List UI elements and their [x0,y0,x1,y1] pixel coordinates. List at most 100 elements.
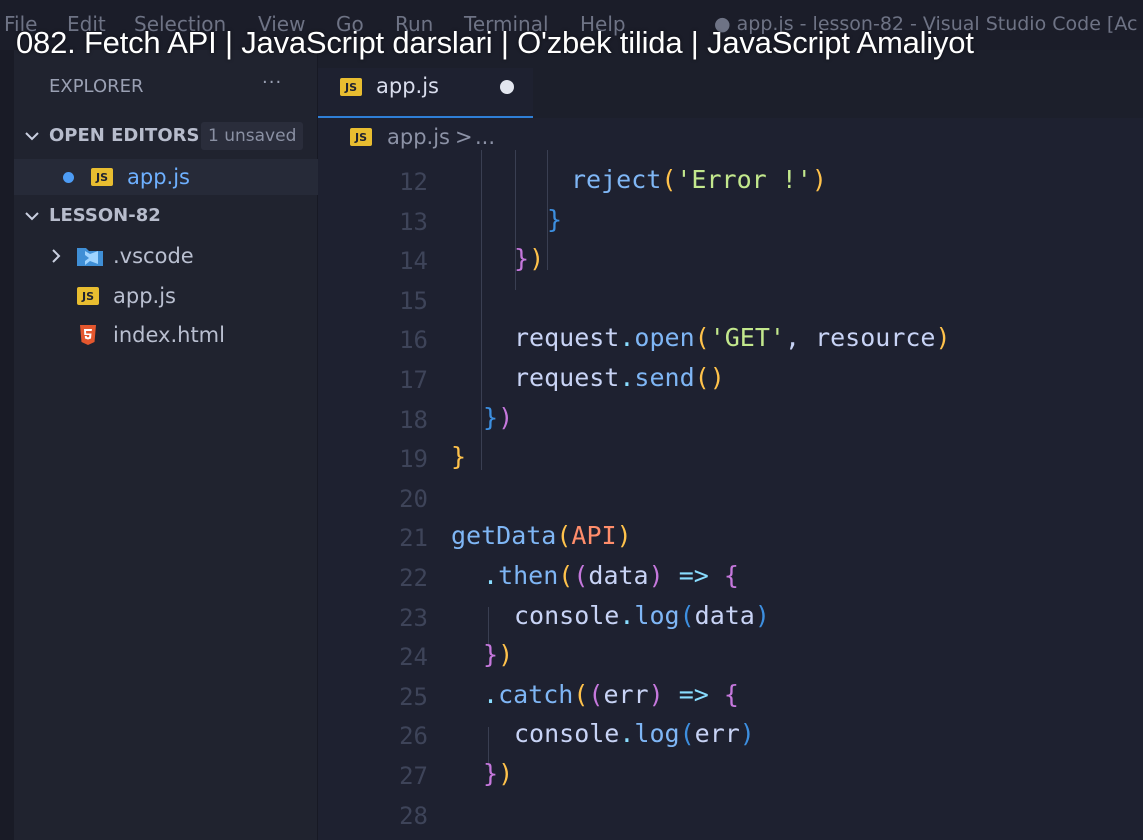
line-number: 14 [399,247,428,276]
code-token: ( [694,323,710,353]
code-line[interactable]: console.log(err) [514,719,755,748]
code-token: log [634,600,680,630]
line-number: 12 [399,168,428,196]
code-token: open [634,323,695,353]
line-number: 24 [399,643,428,672]
code-line[interactable]: }) [483,403,513,432]
explorer-header: EXPLORER [49,76,144,97]
breadcrumb-file[interactable]: app.js [387,125,450,149]
code-line[interactable]: } [451,442,466,471]
line-number: 16 [399,326,428,355]
line-number: 19 [399,445,428,474]
code-line[interactable]: } [547,205,562,234]
line-number: 17 [399,366,428,394]
line-number: 20 [399,484,428,513]
indent-guide [481,150,482,470]
code-token: ) [498,402,514,432]
code-token: { [723,561,739,590]
video-title-overlay: 082. Fetch API | JavaScript darslari | O… [16,25,974,60]
line-number: 27 [399,762,428,790]
line-number: 13 [399,207,428,236]
tree-item-vscode[interactable]: .vscode [14,238,318,274]
unsaved-count-badge: 1 unsaved [201,122,304,150]
code-token: . [483,561,499,590]
unsaved-dot-icon [63,172,74,183]
explorer-sidebar: EXPLORER ··· OPEN EDITORS 1 unsaved JS a… [14,50,318,840]
code-line[interactable]: .then((data) => { [483,561,739,590]
code-line[interactable]: request.send() [514,363,725,392]
code-token: ) [648,561,664,590]
line-number: 25 [399,682,428,711]
code-line[interactable]: }) [514,244,544,273]
code-line[interactable]: }) [483,759,513,788]
code-token: resource [815,323,936,353]
js-file-icon: JS [77,287,99,305]
code-token: } [547,204,563,234]
tab-label: app.js [376,74,439,98]
open-editor-file-label: app.js [127,165,190,189]
code-token: catch [498,679,574,709]
unsaved-dot-icon[interactable] [500,80,514,94]
code-token: . [619,363,635,392]
code-token: } [451,442,467,472]
code-token: ( [588,679,604,709]
code-token: ) [648,679,664,709]
tree-item-label: index.html [113,323,225,347]
breadcrumb-separator: > [455,125,473,149]
editor-area: JS app.js JS app.js > ... 12 reject('Erro… [318,50,1143,840]
breadcrumb-symbol[interactable]: ... [475,125,495,149]
code-line[interactable]: .catch((err) => { [483,680,739,709]
lesson-82-section[interactable]: LESSON-82 [14,198,318,234]
code-token: err [603,679,649,709]
code-line[interactable]: }) [483,640,513,669]
tree-item-index-html[interactable]: index.html [14,317,318,353]
code-token: API [571,521,617,551]
more-actions-icon[interactable]: ··· [262,72,282,93]
chevron-down-icon [25,212,39,221]
js-file-icon: JS [340,78,362,96]
code-editor[interactable]: 12 reject('Error !') 13} 14}) 15 16 request.op… [318,150,1143,840]
code-token: request [514,363,620,392]
code-token: ( [679,600,695,630]
code-token: ) [754,600,770,630]
activity-bar [0,50,14,840]
code-token: data [694,600,755,630]
code-token: ) [616,521,632,551]
code-token: . [483,679,499,709]
code-token: data [588,561,649,590]
open-editor-item-app-js[interactable]: JS app.js [14,159,318,195]
code-token: . [619,719,635,749]
code-token: send [634,363,695,392]
code-line[interactable]: reject('Error !') [571,165,827,194]
code-line[interactable]: request.open('GET', resource) [514,323,951,352]
js-file-icon: JS [91,168,113,186]
open-editors-section[interactable]: OPEN EDITORS 1 unsaved [14,118,318,154]
code-token: getData [451,521,557,551]
line-number: 21 [399,524,428,553]
code-token: . [619,323,635,353]
code-token: then [498,561,559,590]
code-token: ) [935,323,951,353]
code-token: ) [709,363,725,392]
code-token: 'GET' [709,323,785,353]
code-token: request [514,323,620,353]
code-line[interactable]: getData(API) [451,521,632,550]
code-line[interactable]: console.log(data) [514,601,770,630]
code-token: ( [558,561,574,590]
code-token: reject [571,165,662,194]
tab-app-js[interactable]: JS app.js [318,68,533,118]
line-number: 23 [399,603,428,632]
code-token: ) [498,640,514,670]
code-token: => [678,679,709,709]
code-token: } [483,759,499,788]
line-number: 18 [399,405,428,434]
code-token: ) [529,244,545,274]
code-token: { [723,679,739,709]
tree-item-app-js[interactable]: JS app.js [14,278,318,314]
code-token: console [514,719,620,749]
code-token: } [514,244,530,274]
code-token: ( [573,561,589,590]
